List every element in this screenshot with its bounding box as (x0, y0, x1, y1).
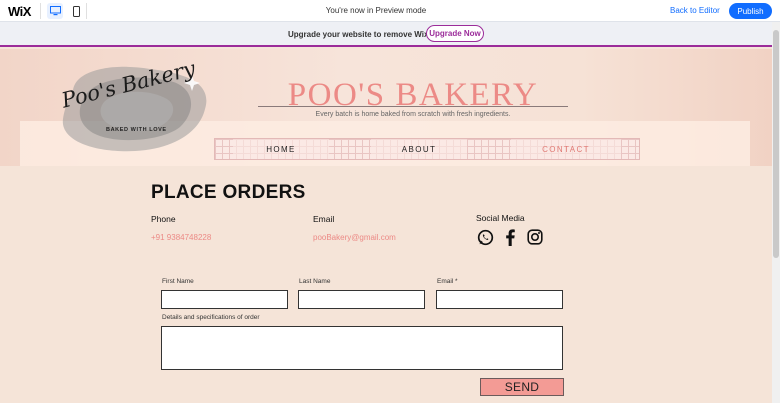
last-name-label: Last Name (299, 278, 331, 285)
site-header: Poo's Bakery BAKED WITH LOVE POO'S BAKER… (0, 49, 772, 166)
email-value[interactable]: pooBakery@gmail.com (313, 233, 396, 242)
email-label: Email (313, 214, 335, 224)
nav-item-home[interactable]: HOME (233, 139, 329, 159)
publish-button[interactable]: Publish (729, 3, 772, 19)
nav-item-about[interactable]: ABOUT (371, 139, 467, 159)
main-nav: HOME ABOUT CONTACT (214, 138, 640, 160)
site-title: POO'S BAKERY (287, 77, 539, 113)
upgrade-banner: Upgrade your website to remove Wix ads U… (0, 22, 780, 47)
nav-item-contact[interactable]: CONTACT (511, 139, 621, 159)
first-name-field[interactable] (161, 290, 288, 309)
page-scrollbar[interactable] (772, 22, 780, 403)
email-field-label: Email * (437, 278, 458, 285)
upgrade-now-button[interactable]: Upgrade Now (426, 25, 484, 42)
order-details-textarea[interactable] (161, 326, 563, 370)
send-button[interactable]: SEND (480, 378, 564, 396)
page-title: PLACE ORDERS (151, 182, 306, 203)
details-label: Details and specifications of order (162, 314, 260, 321)
site-tagline: Every batch is home baked from scratch w… (315, 111, 511, 118)
first-name-label: First Name (162, 278, 194, 285)
last-name-field[interactable] (298, 290, 425, 309)
upgrade-text: Upgrade your website to remove Wix ads (288, 30, 445, 39)
phone-label: Phone (151, 214, 176, 224)
back-to-editor-link[interactable]: Back to Editor (670, 6, 720, 15)
scrollbar-thumb[interactable] (773, 30, 779, 258)
title-underline (258, 106, 568, 107)
wix-preview-bar: WiX You're now in Preview mode Back to E… (0, 0, 780, 22)
instagram-icon[interactable] (526, 228, 544, 246)
whatsapp-icon[interactable] (476, 228, 494, 246)
logo-tagline: BAKED WITH LOVE (106, 127, 167, 133)
facebook-icon[interactable] (501, 228, 519, 246)
social-media-label: Social Media (476, 213, 525, 223)
phone-value[interactable]: +91 9384748228 (151, 233, 211, 242)
preview-mode-text: You're now in Preview mode (325, 6, 427, 15)
email-field[interactable] (436, 290, 563, 309)
